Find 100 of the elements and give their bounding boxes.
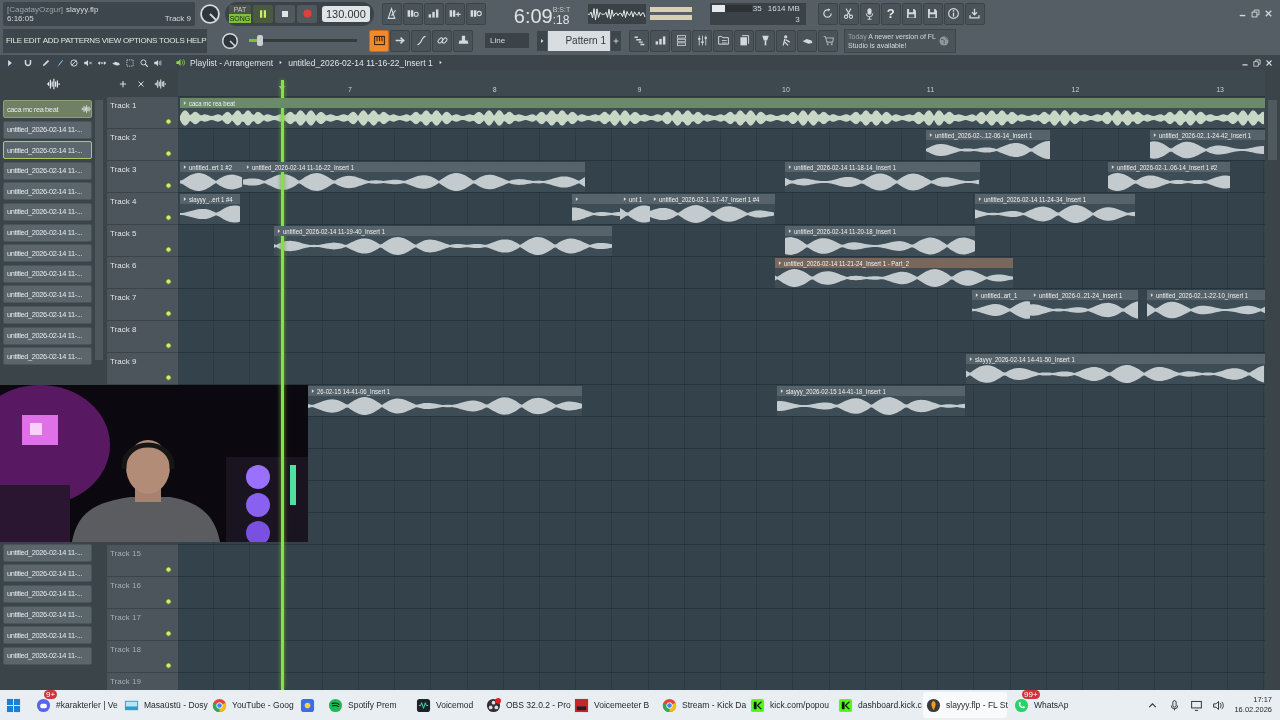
indicator-light[interactable] [165,182,172,189]
audio-clip[interactable]: untitled_2026-02-14 11-19-40_Insert 1 [274,226,612,256]
delete-icon[interactable] [69,57,79,68]
audio-clip[interactable]: untitled_2026-02-1..06-14_Insert 1 #2 [1108,162,1230,192]
track-header[interactable]: Track 17 [107,609,178,640]
track-header[interactable]: Track 7 [107,289,178,320]
track-header[interactable]: Track 15 [107,545,178,576]
clip-header[interactable]: untitled_2026-02-1..17-47_Insert 1 #4 [650,194,775,204]
clip-header[interactable]: untitled..art_1 [972,290,1030,300]
audio-clip[interactable]: untitled_2026-02-14 11-18-14_Insert 1 [785,162,980,192]
save-as-button[interactable] [922,2,943,25]
clip-menu-icon[interactable] [622,196,628,202]
clip-menu-icon[interactable] [1032,292,1038,298]
audio-clip[interactable]: unt 1 [620,194,650,224]
track-header[interactable]: Track 2 [107,129,178,160]
indicator-light[interactable] [165,374,172,381]
track-header[interactable]: Track 6 [107,257,178,288]
tempo-display[interactable]: 130.000 [322,5,370,22]
speaker-icon[interactable] [1212,698,1226,712]
audio-clip[interactable]: untitled_2026-02-14 11-20-18_Insert 1 [785,226,975,256]
volume-knob[interactable] [199,2,221,25]
playlist-button[interactable] [629,29,649,52]
clip-header[interactable]: untitled..ert 1 #2 [180,162,243,172]
stamp-button[interactable] [453,29,473,52]
breadcrumb-item[interactable]: untitled_2026-02-14 11-16-22_Insert 1 [288,57,433,68]
clip-header[interactable]: untitled_2026-02..1-22-10_Insert 1 [1147,290,1265,300]
track-header[interactable]: Track 4 [107,193,178,224]
taskbar-item[interactable]: WhatsAp 99+ [1011,692,1077,718]
clip-menu-icon[interactable] [1110,164,1116,170]
clip-menu-icon[interactable] [182,100,188,106]
track-header[interactable]: Track 19 [107,673,178,690]
menu-item[interactable]: OPTIONS [122,36,158,45]
clip-header[interactable]: untitled_2026-02-14 11-24-34_Insert 1 [975,194,1135,204]
indicator-light[interactable] [165,598,172,605]
clip-header[interactable]: untitled_2026-02-14 11-16-22_Insert 1 [243,162,585,172]
metronome-button[interactable] [381,2,402,25]
clip-menu-icon[interactable] [276,228,282,234]
taskbar-item[interactable]: Spotify Prem [325,692,409,718]
menu-item[interactable]: VIEW [100,36,123,45]
audio-clip[interactable]: untitled_2026-02-14 11-24-34_Insert 1 [975,194,1135,224]
save-button[interactable] [901,2,922,25]
clip-menu-icon[interactable] [1149,292,1155,298]
menu-item[interactable]: HELP [185,36,208,45]
clip-menu-icon[interactable] [787,228,793,234]
clip-menu-icon[interactable] [310,388,316,394]
audio-clip[interactable]: slayyy_..ert 1 #4 [180,194,240,224]
menu-item[interactable]: ADD [41,36,60,45]
indicator-light[interactable] [165,310,172,317]
clip-menu-icon[interactable] [968,356,974,362]
curve-button[interactable] [411,29,431,52]
clip-menu-icon[interactable] [245,164,251,170]
waveform-icon[interactable] [153,77,166,90]
pause-button[interactable] [253,4,273,23]
project-picker-button[interactable] [734,29,754,52]
audio-clip[interactable]: untitled_2026-02..1-22-10_Insert 1 [1147,290,1265,320]
indicator-light[interactable] [165,118,172,125]
audio-clip[interactable] [572,194,620,224]
indicator-light[interactable] [165,278,172,285]
taskbar-item[interactable]: kick.com/popou [747,692,831,718]
menu-item[interactable]: TOOLS [158,36,186,45]
zoom-icon[interactable] [139,57,149,68]
wait-button[interactable] [402,2,423,25]
close-icon[interactable] [1263,8,1274,19]
clip-header[interactable]: slayyy_2026-02-14 14-41-50_Insert 1 [966,354,1265,364]
clip-menu-icon[interactable] [574,196,580,202]
audio-clip[interactable]: untitled_2026-02..1-24-42_Insert 1 [1150,130,1265,160]
tool-button[interactable] [797,29,817,52]
clip-header[interactable]: slayyy_2026-02-15 14-41-18_Insert 1 [777,386,965,396]
select-icon[interactable] [125,57,135,68]
speaker-icon[interactable] [175,57,186,68]
plugin-button[interactable] [755,29,775,52]
cart-button[interactable] [818,29,838,52]
link-button[interactable] [432,29,452,52]
indicator-light[interactable] [165,150,172,157]
mute-icon[interactable] [83,57,93,68]
track-header[interactable]: Track 8 [107,321,178,352]
undo-button[interactable] [817,2,838,25]
clip-menu-icon[interactable] [182,196,188,202]
clip-header[interactable]: untitled_2026-0..21-24_Insert 1 [1030,290,1138,300]
clip-header[interactable]: untitled_2026-02-14 11-19-40_Insert 1 [274,226,612,236]
taskbar-item[interactable]: #karakterler | Ve 9+ [33,692,117,718]
arrow-button[interactable] [390,29,410,52]
track-header[interactable]: Track 1 [107,97,178,128]
clip-menu-icon[interactable] [787,164,793,170]
track-header[interactable]: Track 18 [107,641,178,672]
clip-header[interactable]: unt 1 [620,194,650,204]
piano-roll-button[interactable] [650,29,670,52]
clip-menu-icon[interactable] [977,196,983,202]
indicator-light[interactable] [165,342,172,349]
brush-icon[interactable] [55,57,65,68]
globe-icon[interactable] [938,34,950,47]
waveform-icon[interactable] [45,76,60,91]
loop-record-button[interactable] [465,2,486,25]
clip-header[interactable]: untitled_2026-02-14 11-21-24_Insert 1 - Part_2 [775,258,1013,268]
indicator-light[interactable] [165,662,172,669]
clip-menu-icon[interactable] [1152,132,1158,138]
audio-clip[interactable]: 26-02-15 14-41-06_Insert 1 [308,386,582,416]
slider-thumb[interactable] [256,35,263,46]
restore-icon[interactable] [1252,57,1262,68]
audio-clip[interactable]: untitled_2026-02-14 11-16-22_Insert 1 [243,162,585,192]
